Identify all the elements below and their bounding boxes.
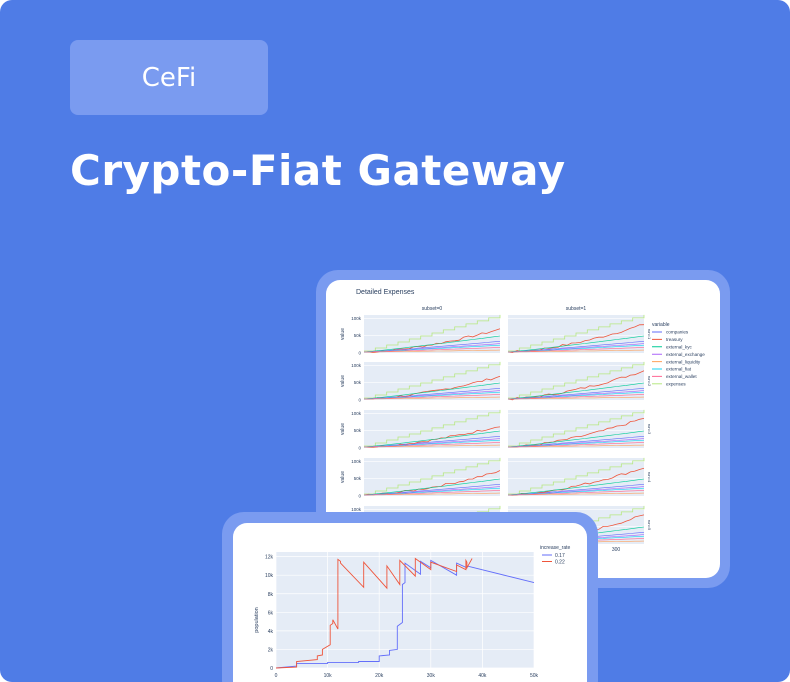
legend-title: variable — [652, 322, 670, 328]
y-tick-label: 100k — [351, 411, 362, 416]
y-tick-label: 0 — [270, 666, 273, 672]
legend-label-expenses: expenses — [666, 382, 686, 387]
y-tick-label: 2k — [268, 647, 274, 653]
x-tick-label: 300 — [612, 547, 621, 553]
x-tick-label: 0 — [275, 673, 278, 679]
population-chart-panel: 0 2k 4k 6k 8k 10k 12k 0 10k 20k 30k 40k 50k populatio… — [233, 523, 587, 682]
y-axis-label: value — [340, 328, 346, 340]
y-axis-label: value — [340, 375, 346, 387]
legend-label-external-fiat: external_fiat — [666, 367, 692, 372]
facet-column-label: subset=1 — [566, 306, 587, 312]
y-tick-label: 50k — [354, 428, 362, 433]
y-axis-label: value — [340, 471, 346, 483]
y-tick-label: 50k — [354, 476, 362, 481]
card: CeFi Crypto-Fiat Gateway Detailed Expens… — [0, 0, 790, 682]
y-tick-label: 0 — [358, 446, 361, 451]
legend-label-external-exchange: external_exchange — [666, 352, 705, 357]
y-tick-label: 10k — [265, 573, 274, 579]
facet-row-label: run=4 — [647, 472, 652, 483]
facet-row-label: run=5 — [647, 520, 652, 531]
y-tick-label: 4k — [268, 629, 274, 635]
y-tick-label: 0 — [358, 494, 361, 499]
x-tick-label: 20k — [375, 673, 384, 679]
y-axis-label: value — [340, 423, 346, 435]
legend-label-companies: companies — [666, 330, 689, 335]
y-tick-label: 100k — [351, 459, 362, 464]
facet-row-label: run=2 — [647, 376, 652, 387]
legend-label-0.17: 0.17 — [555, 553, 565, 559]
legend-label-external-wallet: external_wallet — [666, 374, 697, 379]
x-tick-label: 10k — [324, 673, 333, 679]
legend-label-treasury: treasury — [666, 337, 683, 342]
category-badge: CeFi — [70, 40, 268, 115]
y-tick-label: 0 — [358, 398, 361, 403]
y-tick-label: 50k — [354, 380, 362, 385]
badge-label: CeFi — [141, 62, 197, 93]
y-tick-label: 12k — [265, 555, 274, 561]
x-tick-label: 50k — [530, 673, 539, 679]
facet-row-label: run=1 — [647, 329, 652, 340]
population-chart: 0 2k 4k 6k 8k 10k 12k 0 10k 20k 30k 40k 50k populatio… — [254, 545, 571, 679]
legend-title: increase_rate — [540, 545, 571, 551]
population-chart-frame: 0 2k 4k 6k 8k 10k 12k 0 10k 20k 30k 40k 50k populatio… — [222, 512, 598, 682]
y-tick-label: 8k — [268, 592, 274, 598]
facet-column-label: subset=0 — [422, 306, 443, 312]
y-tick-label: 100k — [351, 363, 362, 368]
y-tick-label: 0 — [358, 351, 361, 356]
y-tick-label: 50k — [354, 333, 362, 338]
legend-label-external-kyc: external_kyc — [666, 345, 692, 350]
chart-title: Detailed Expenses — [356, 289, 415, 296]
x-tick-label: 40k — [478, 673, 487, 679]
legend-label-external-liquidity: external_liquidity — [666, 359, 701, 364]
legend-label-0.22: 0.22 — [555, 559, 565, 565]
page-title: Crypto-Fiat Gateway — [70, 146, 566, 195]
y-tick-label: 100k — [351, 316, 362, 321]
facet-row-label: run=3 — [647, 424, 652, 435]
y-axis-label: population — [254, 607, 260, 632]
x-tick-label: 30k — [427, 673, 436, 679]
y-tick-label: 6k — [268, 610, 274, 616]
